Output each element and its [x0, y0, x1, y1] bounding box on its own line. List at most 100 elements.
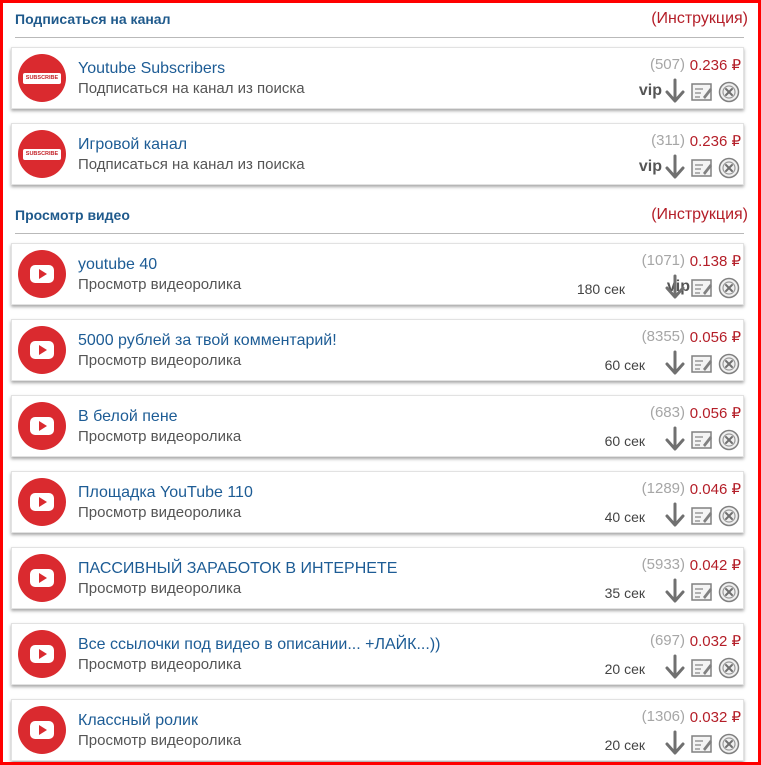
play-icon	[30, 493, 54, 511]
section-items: youtube 40 Просмотр видеоролика (1071) 0…	[3, 234, 758, 762]
task-subtitle: Просмотр видеоролика	[78, 580, 242, 597]
section-header: Просмотр видео (Инструкция)	[15, 199, 748, 234]
arrow-down-icon[interactable]	[665, 350, 685, 376]
task-list-frame: Подписаться на канал (Инструкция) SUBSCR…	[0, 0, 761, 765]
play-icon	[30, 265, 54, 283]
subscribe-logo: SUBSCRIBE	[18, 54, 66, 102]
instruction-link[interactable]: (Инструкция)	[651, 206, 748, 224]
task-card[interactable]: Все ссылочки под видео в описании... +ЛА…	[11, 623, 744, 685]
youtube-logo	[18, 630, 66, 678]
task-card[interactable]: 5000 рублей за твой комментарий! Просмот…	[11, 319, 744, 381]
close-circle-icon[interactable]	[718, 657, 740, 679]
arrow-down-icon[interactable]	[665, 502, 685, 528]
task-card[interactable]: youtube 40 Просмотр видеоролика (1071) 0…	[11, 243, 744, 305]
task-title-link[interactable]: Все ссылочки под видео в описании... +ЛА…	[78, 636, 440, 654]
task-card[interactable]: ПАССИВНЫЙ ЗАРАБОТОК В ИНТЕРНЕТЕ Просмотр…	[11, 547, 744, 609]
edit-icon[interactable]	[691, 354, 713, 374]
task-duration: 40 сек	[604, 509, 645, 525]
edit-icon[interactable]	[691, 278, 713, 298]
arrow-down-icon[interactable]	[665, 578, 685, 604]
task-title-link[interactable]: В белой пене	[78, 408, 178, 426]
edit-icon[interactable]	[691, 582, 713, 602]
close-circle-icon[interactable]	[718, 581, 740, 603]
youtube-logo	[18, 250, 66, 298]
task-title-link[interactable]: ПАССИВНЫЙ ЗАРАБОТОК В ИНТЕРНЕТЕ	[78, 560, 397, 578]
task-list: Подписаться на канал (Инструкция) SUBSCR…	[3, 3, 758, 762]
edit-icon[interactable]	[691, 158, 713, 178]
task-card[interactable]: SUBSCRIBE Игровой канал Подписаться на к…	[11, 123, 744, 185]
task-count: (1289)	[641, 480, 685, 497]
close-circle-icon[interactable]	[718, 353, 740, 375]
play-icon	[30, 341, 54, 359]
vip-badge[interactable]: vip	[639, 158, 662, 176]
task-title-link[interactable]: Площадка YouTube 110	[78, 484, 253, 502]
task-count: (1306)	[641, 708, 685, 725]
task-duration: 20 сек	[604, 661, 645, 677]
edit-icon[interactable]	[691, 430, 713, 450]
section-title: Подписаться на канал	[15, 11, 171, 27]
task-price: 0.056 ₽	[689, 329, 741, 346]
close-circle-icon[interactable]	[718, 429, 740, 451]
vip-badge[interactable]: vip	[639, 82, 662, 100]
instruction-link[interactable]: (Инструкция)	[651, 10, 748, 28]
task-price: 0.042 ₽	[689, 557, 741, 574]
arrow-down-icon[interactable]	[665, 154, 685, 180]
task-subtitle: Просмотр видеоролика	[78, 352, 242, 369]
edit-icon[interactable]	[691, 658, 713, 678]
task-title-link[interactable]: youtube 40	[78, 256, 157, 274]
youtube-logo	[18, 554, 66, 602]
task-price: 0.236 ₽	[689, 133, 741, 150]
task-duration: 180 сек	[576, 281, 625, 297]
subscribe-logo-text: SUBSCRIBE	[23, 73, 61, 84]
task-title-link[interactable]: 5000 рублей за твой комментарий!	[78, 332, 337, 350]
task-count: (697)	[649, 632, 685, 649]
task-price: 0.236 ₽	[689, 57, 741, 74]
arrow-down-icon[interactable]	[665, 78, 685, 104]
edit-icon[interactable]	[691, 82, 713, 102]
close-circle-icon[interactable]	[718, 733, 740, 755]
task-card[interactable]: SUBSCRIBE Youtube Subscribers Подписатьс…	[11, 47, 744, 109]
arrow-down-icon[interactable]	[665, 274, 685, 300]
section-title: Просмотр видео	[15, 207, 130, 223]
task-count: (507)	[649, 56, 685, 73]
youtube-logo	[18, 326, 66, 374]
play-icon	[30, 645, 54, 663]
section-items: SUBSCRIBE Youtube Subscribers Подписатьс…	[3, 38, 758, 199]
close-circle-icon[interactable]	[718, 505, 740, 527]
edit-icon[interactable]	[691, 506, 713, 526]
arrow-down-icon[interactable]	[665, 730, 685, 756]
task-duration: 60 сек	[604, 433, 645, 449]
youtube-logo	[18, 478, 66, 526]
task-section: Просмотр видео (Инструкция) youtube 40 П…	[3, 199, 758, 762]
arrow-down-icon[interactable]	[665, 654, 685, 680]
youtube-logo	[18, 402, 66, 450]
task-subtitle: Просмотр видеоролика	[78, 428, 242, 445]
arrow-down-icon[interactable]	[665, 426, 685, 452]
task-count: (5933)	[641, 556, 685, 573]
task-section: Подписаться на канал (Инструкция) SUBSCR…	[3, 3, 758, 199]
task-card[interactable]: В белой пене Просмотр видеоролика (683) …	[11, 395, 744, 457]
subscribe-logo: SUBSCRIBE	[18, 130, 66, 178]
edit-icon[interactable]	[691, 734, 713, 754]
task-title-link[interactable]: Youtube Subscribers	[78, 60, 225, 78]
task-title-link[interactable]: Классный ролик	[78, 712, 198, 730]
task-duration: 60 сек	[604, 357, 645, 373]
task-subtitle: Просмотр видеоролика	[78, 656, 242, 673]
task-subtitle: Подписаться на канал из поиска	[78, 156, 305, 173]
subscribe-logo-text: SUBSCRIBE	[23, 149, 61, 160]
task-subtitle: Просмотр видеоролика	[78, 504, 242, 521]
section-header: Подписаться на канал (Инструкция)	[15, 3, 748, 38]
task-price: 0.032 ₽	[689, 709, 741, 726]
close-circle-icon[interactable]	[718, 81, 740, 103]
task-card[interactable]: Площадка YouTube 110 Просмотр видеоролик…	[11, 471, 744, 533]
task-count: (683)	[649, 404, 685, 421]
task-title-link[interactable]: Игровой канал	[78, 136, 187, 154]
youtube-logo	[18, 706, 66, 754]
task-price: 0.046 ₽	[689, 481, 741, 498]
close-circle-icon[interactable]	[718, 277, 740, 299]
play-icon	[30, 569, 54, 587]
task-duration: 35 сек	[604, 585, 645, 601]
close-circle-icon[interactable]	[718, 157, 740, 179]
task-subtitle: Просмотр видеоролика	[78, 276, 242, 293]
task-card[interactable]: Классный ролик Просмотр видеоролика (130…	[11, 699, 744, 761]
